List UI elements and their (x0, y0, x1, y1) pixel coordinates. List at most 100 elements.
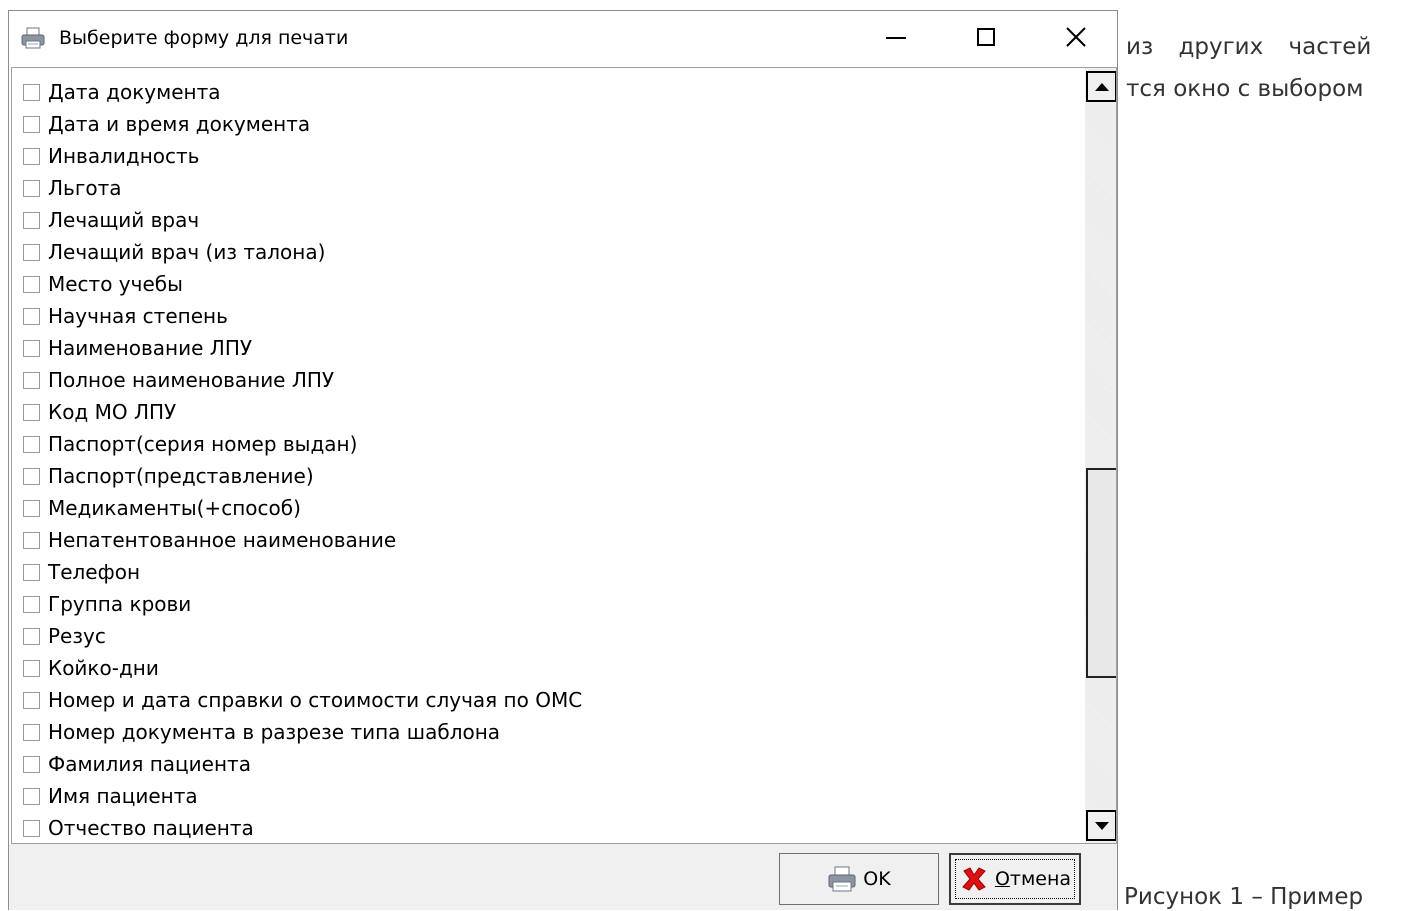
item-label: Лечащий врач (из талона) (48, 240, 326, 264)
item-checkbox[interactable] (23, 371, 40, 389)
item-label: Льгота (48, 176, 122, 200)
arrow-up-icon (1094, 82, 1109, 91)
item-label: Номер и дата справки о стоимости случая … (48, 688, 583, 712)
item-checkbox[interactable] (23, 755, 40, 773)
list-item[interactable]: Номер документа в разрезе типа шаблона (12, 717, 500, 747)
scroll-down-button[interactable] (1086, 810, 1116, 841)
red-x-icon (962, 867, 986, 891)
item-checkbox[interactable] (23, 627, 40, 645)
list-item[interactable]: Медикаменты(+способ) (12, 493, 301, 523)
item-label: Койко-дни (48, 656, 159, 680)
item-checkbox[interactable] (23, 787, 40, 805)
list-item[interactable]: Группа крови (12, 589, 191, 619)
item-label: Номер документа в разрезе типа шаблона (48, 720, 501, 744)
item-label: Резус (48, 624, 106, 648)
list-item[interactable]: Резус (12, 621, 106, 651)
figure-caption: Рисунок 1 – Пример (1124, 884, 1364, 910)
item-checkbox[interactable] (23, 403, 40, 421)
close-button[interactable] (1031, 11, 1121, 63)
minimize-icon (886, 37, 906, 39)
item-checkbox[interactable] (23, 691, 40, 709)
list-item[interactable]: Паспорт(представление) (12, 461, 314, 491)
maximize-button[interactable] (941, 11, 1031, 63)
list-item[interactable]: Место учебы (12, 269, 183, 299)
item-checkbox[interactable] (23, 595, 40, 613)
item-checkbox[interactable] (23, 563, 40, 581)
scroll-up-button[interactable] (1086, 71, 1116, 102)
item-checkbox[interactable] (23, 307, 40, 325)
list-item[interactable]: Лечащий врач (12, 205, 199, 235)
list-item[interactable]: Дата и время документа (12, 109, 310, 139)
form-checklist: Дата документа Дата и время документа Инва… (12, 68, 1084, 843)
arrow-down-icon (1094, 821, 1109, 830)
cancel-button-label: Отмена (994, 868, 1072, 890)
item-label: Непатентованное наименование (48, 528, 397, 552)
list-item[interactable]: Льгота (12, 173, 121, 203)
item-checkbox[interactable] (23, 723, 40, 741)
item-checkbox[interactable] (23, 499, 40, 517)
list-item[interactable]: Имя пациента (12, 781, 198, 811)
item-label: Дата и время документа (48, 112, 311, 136)
list-item[interactable]: Инвалидность (12, 141, 199, 171)
list-item[interactable]: Код МО ЛПУ (12, 397, 176, 427)
item-checkbox[interactable] (23, 83, 40, 101)
item-label: Дата документа (48, 80, 221, 104)
item-label: Фамилия пациента (48, 752, 251, 776)
item-label: Паспорт(серия номер выдан) (48, 432, 358, 456)
item-checkbox[interactable] (23, 467, 40, 485)
maximize-icon (977, 28, 995, 46)
item-label: Паспорт(представление) (48, 464, 314, 488)
item-checkbox[interactable] (23, 147, 40, 165)
item-checkbox[interactable] (23, 659, 40, 677)
item-label: Инвалидность (48, 144, 200, 168)
ok-button[interactable]: OK (779, 853, 939, 905)
list-item[interactable]: Дата документа (12, 77, 221, 107)
background-text-line-1: из других частей (1126, 34, 1372, 60)
minimize-button[interactable] (851, 11, 941, 63)
item-label: Полное наименование ЛПУ (48, 368, 335, 392)
print-form-dialog: Выберите форму для печати Дата документа… (8, 10, 1118, 910)
printer-icon (21, 27, 45, 49)
printer-icon (828, 866, 856, 892)
cancel-button[interactable]: Отмена (949, 853, 1081, 905)
list-item[interactable]: Телефон (12, 557, 140, 587)
item-label: Код МО ЛПУ (48, 400, 177, 424)
item-label: Группа крови (48, 592, 192, 616)
vertical-scrollbar[interactable] (1085, 68, 1116, 843)
list-item[interactable]: Отчество пациента (12, 813, 254, 843)
list-item[interactable]: Лечащий врач (из талона) (12, 237, 325, 267)
item-label: Научная степень (48, 304, 228, 328)
item-label: Отчество пациента (48, 816, 254, 840)
item-checkbox[interactable] (23, 819, 40, 837)
item-label: Телефон (48, 560, 141, 584)
item-checkbox[interactable] (23, 179, 40, 197)
list-item[interactable]: Наименование ЛПУ (12, 333, 252, 363)
checklist-frame: Дата документа Дата и время документа Инва… (11, 67, 1117, 844)
item-label: Лечащий врач (48, 208, 200, 232)
item-label: Имя пациента (48, 784, 198, 808)
item-checkbox[interactable] (23, 115, 40, 133)
item-checkbox[interactable] (23, 275, 40, 293)
scroll-thumb[interactable] (1086, 468, 1116, 678)
item-checkbox[interactable] (23, 211, 40, 229)
item-checkbox[interactable] (23, 435, 40, 453)
item-checkbox[interactable] (23, 243, 40, 261)
list-item[interactable]: Научная степень (12, 301, 228, 331)
dialog-title: Выберите форму для печати (59, 27, 349, 49)
list-item[interactable]: Фамилия пациента (12, 749, 251, 779)
ok-button-label: OK (863, 868, 891, 890)
list-item[interactable]: Полное наименование ЛПУ (12, 365, 334, 395)
item-label: Место учебы (48, 272, 183, 296)
title-bar[interactable]: Выберите форму для печати (9, 11, 1117, 66)
list-item[interactable]: Койко-дни (12, 653, 159, 683)
list-item[interactable]: Паспорт(серия номер выдан) (12, 429, 357, 459)
list-item[interactable]: Номер и дата справки о стоимости случая … (12, 685, 582, 715)
list-item[interactable]: Непатентованное наименование (12, 525, 396, 555)
item-label: Медикаменты(+способ) (48, 496, 301, 520)
dialog-footer: OK Отмена (9, 844, 1117, 910)
close-icon (1066, 27, 1086, 47)
background-text-line-2: тся окно с выбором (1126, 76, 1364, 102)
item-label: Наименование ЛПУ (48, 336, 253, 360)
item-checkbox[interactable] (23, 339, 40, 357)
item-checkbox[interactable] (23, 531, 40, 549)
